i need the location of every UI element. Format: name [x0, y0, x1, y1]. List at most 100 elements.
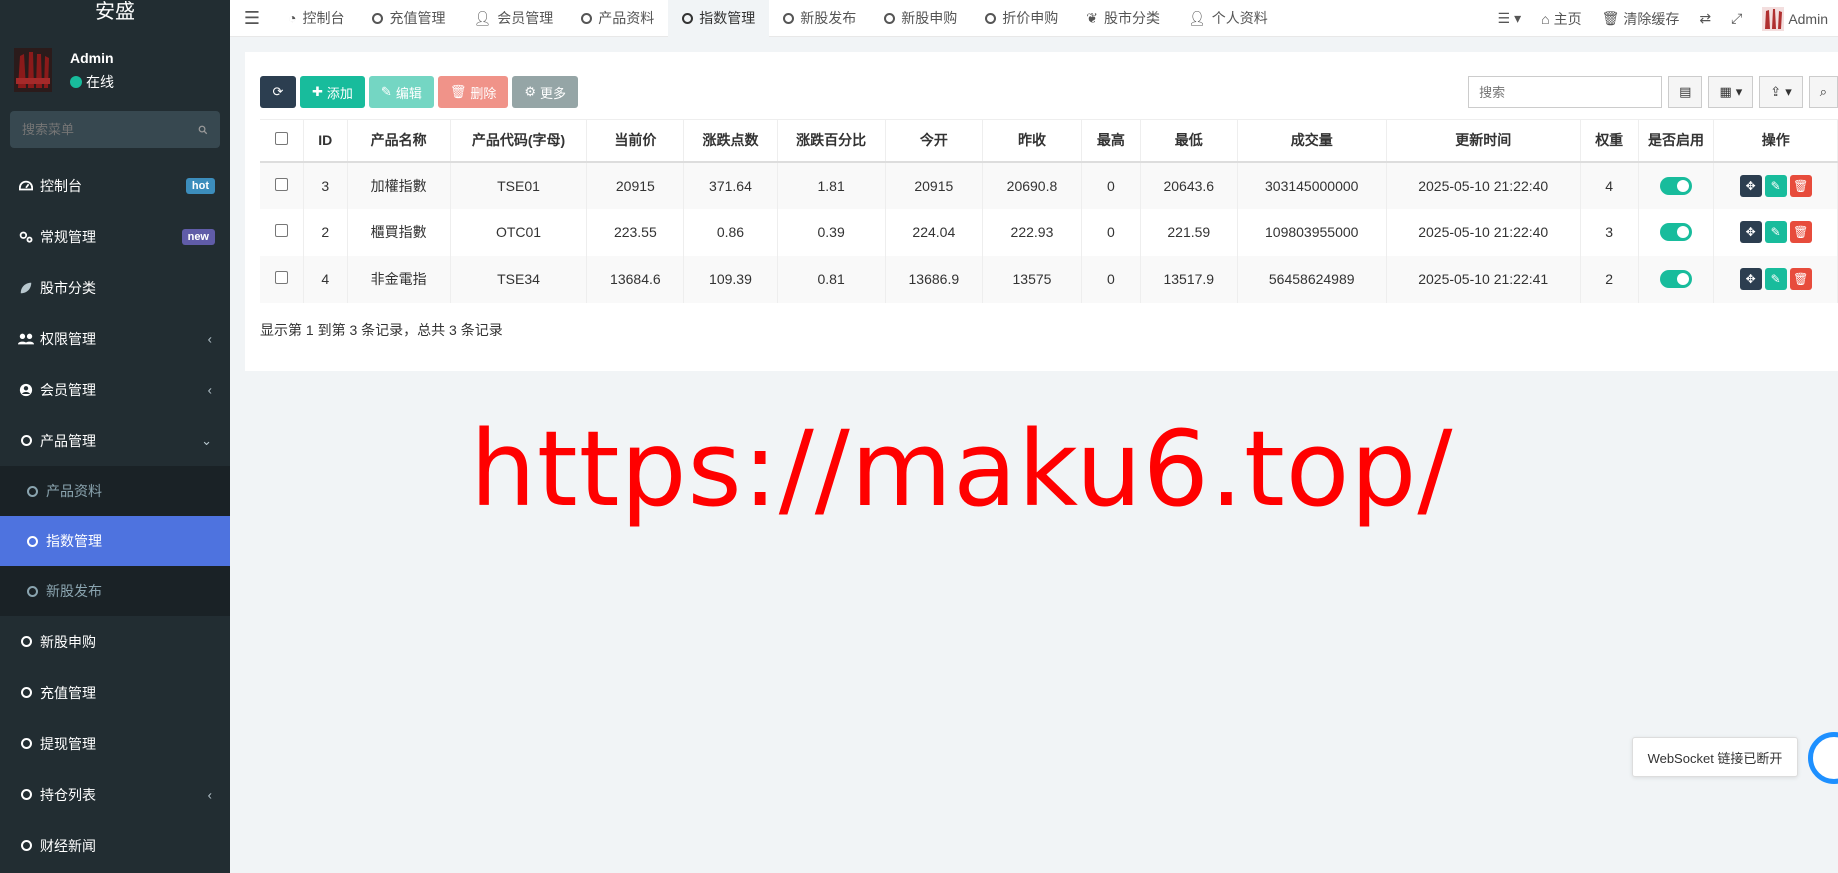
- language-toggle[interactable]: ⇄: [1689, 10, 1721, 27]
- refresh-button[interactable]: ⟳: [260, 76, 296, 108]
- sidebar-item-dashboard[interactable]: 控制台 hot: [0, 160, 230, 211]
- chat-bubble-icon[interactable]: [1808, 732, 1838, 784]
- row-edit-button[interactable]: ✎: [1764, 221, 1787, 243]
- columns-dropdown[interactable]: ▦ ▾: [1708, 76, 1754, 108]
- column-header[interactable]: 昨收: [982, 119, 1083, 163]
- sidebar-item-label: 财经新闻: [40, 837, 96, 854]
- edit-label: 编辑: [395, 85, 422, 101]
- row-edit-button[interactable]: ✎: [1764, 268, 1787, 290]
- sidebar-subitem-product-info[interactable]: 产品资料: [0, 466, 230, 516]
- sidebar-item-positions[interactable]: 持仓列表 ‹: [0, 769, 230, 820]
- home-link[interactable]: ⌂ 主页: [1531, 9, 1591, 29]
- pencil-icon: ✎: [380, 84, 392, 99]
- table-search-input[interactable]: [1468, 76, 1663, 108]
- enabled-toggle[interactable]: [1659, 176, 1692, 195]
- toolbar-right: ▤ ▦▾ ⇪▾ ⌕: [1468, 76, 1838, 108]
- tab-profile[interactable]: 👤︎ 个人资料: [1174, 0, 1282, 37]
- column-header[interactable]: 是否启用: [1638, 119, 1715, 163]
- row-checkbox[interactable]: [275, 177, 288, 191]
- column-header[interactable]: 涨跌百分比: [777, 119, 886, 163]
- trash-icon: 🗑︎: [1601, 10, 1620, 26]
- export-dropdown[interactable]: ⇪ ▾: [1759, 76, 1803, 108]
- cell-volume: 56458624989: [1237, 255, 1387, 303]
- tab-ipo-subscribe[interactable]: 新股申购: [870, 0, 971, 37]
- tab-discount-subscribe[interactable]: 折价申购: [971, 0, 1072, 37]
- sidebar-subitem-ipo-release[interactable]: 新股发布: [0, 566, 230, 616]
- sidebar-item-news[interactable]: 财经新闻: [0, 820, 230, 871]
- row-checkbox[interactable]: [275, 271, 288, 284]
- table-row[interactable]: 4 非金電指 TSE34 13684.6 109.39 0.81 13686.9…: [260, 255, 1838, 303]
- sidebar-item-stock-category[interactable]: 股市分类: [0, 262, 230, 313]
- column-header[interactable]: 今开: [885, 119, 983, 163]
- row-checkbox[interactable]: [275, 224, 288, 237]
- tab-label: 新股申购: [901, 10, 958, 26]
- more-button[interactable]: ⚙ 更多: [512, 76, 579, 108]
- column-header[interactable]: 涨跌点数: [683, 119, 778, 163]
- chevron-left-icon: ‹: [207, 382, 212, 397]
- tab-members[interactable]: 👤︎ 会员管理: [459, 0, 567, 37]
- enabled-toggle[interactable]: [1659, 270, 1692, 289]
- row-delete-button[interactable]: 🗑︎: [1789, 268, 1812, 290]
- row-edit-button[interactable]: ✎: [1764, 174, 1787, 197]
- user-name: Admin: [70, 50, 114, 66]
- circle-o-icon: [783, 12, 795, 24]
- column-header[interactable]: 产品名称: [347, 119, 451, 163]
- sidebar-item-members[interactable]: 会员管理 ‹: [0, 364, 230, 415]
- column-header[interactable]: 权重: [1580, 119, 1639, 163]
- sidebar-item-general[interactable]: 常规管理 new: [0, 211, 230, 262]
- column-header[interactable]: ID: [303, 119, 348, 163]
- cell-low: 221.59: [1140, 208, 1238, 256]
- sidebar-search-input[interactable]: [22, 122, 198, 137]
- edit-button[interactable]: ✎ 编辑: [368, 76, 434, 108]
- tab-recharge[interactable]: 充值管理: [358, 0, 459, 37]
- table-row[interactable]: 2 櫃買指數 OTC01 223.55 0.86 0.39 224.04 222…: [260, 208, 1838, 256]
- drag-sort-button[interactable]: ✥: [1739, 268, 1762, 290]
- column-header[interactable]: 产品代码(字母): [450, 119, 588, 163]
- sidebar-search: [10, 111, 220, 148]
- select-all-checkbox[interactable]: [275, 132, 288, 146]
- row-delete-button[interactable]: 🗑︎: [1789, 221, 1812, 243]
- fullscreen-button[interactable]: ⤢: [1721, 10, 1752, 27]
- sidebar-item-withdraw[interactable]: 提现管理: [0, 718, 230, 769]
- delete-button[interactable]: 🗑︎ 删除: [437, 76, 509, 108]
- tab-ipo-release[interactable]: 新股发布: [769, 0, 870, 37]
- tab-dashboard[interactable]: ◔ 控制台: [274, 0, 358, 37]
- add-button[interactable]: ✚ 添加: [300, 76, 365, 108]
- sidebar-item-label: 控制台: [40, 177, 82, 194]
- column-header[interactable]: 更新时间: [1386, 119, 1581, 163]
- tabs-list-dropdown[interactable]: ☰ ▾: [1488, 10, 1532, 27]
- column-header[interactable]: 最高: [1081, 119, 1141, 163]
- common-search-button[interactable]: ⌕: [1808, 76, 1838, 108]
- sidebar-subitem-index-management[interactable]: 指数管理: [0, 516, 230, 566]
- top-navbar: ☰ ◔ 控制台 充值管理 👤︎ 会员管理 产品资料 指数管理 新股发布 新股申购 折…: [230, 0, 1838, 37]
- circle-o-icon: [18, 736, 34, 752]
- app-logo[interactable]: 安盛: [0, 0, 230, 24]
- select-all-cell: [260, 119, 304, 163]
- tab-index-management[interactable]: 指数管理: [668, 0, 770, 37]
- tab-product-info[interactable]: 产品资料: [567, 0, 668, 37]
- drag-sort-button[interactable]: ✥: [1739, 174, 1762, 197]
- sidebar-item-recharge[interactable]: 充值管理: [0, 667, 230, 718]
- sidebar-item-products[interactable]: 产品管理 ⌄: [0, 415, 230, 466]
- table-header-row: ID 产品名称 产品代码(字母) 当前价 涨跌点数 涨跌百分比 今开 昨收 最高…: [260, 119, 1838, 163]
- menu-toggle-icon[interactable]: ☰: [230, 0, 274, 37]
- tab-stock-category[interactable]: ❦ 股市分类: [1072, 0, 1174, 37]
- column-header[interactable]: 最低: [1140, 119, 1238, 163]
- sidebar-item-ipo-subscribe[interactable]: 新股申购: [0, 616, 230, 667]
- plus-icon: ✚: [312, 84, 323, 99]
- toggle-view-button[interactable]: ▤: [1668, 76, 1703, 108]
- list-icon: ☰: [1497, 10, 1511, 26]
- clear-cache-label: 清除缓存: [1623, 10, 1680, 27]
- drag-sort-button[interactable]: ✥: [1739, 221, 1762, 243]
- column-header[interactable]: 当前价: [586, 119, 685, 163]
- cell-updated: 2025-05-10 21:22:41: [1386, 255, 1581, 303]
- clear-cache-button[interactable]: 🗑︎ 清除缓存: [1592, 9, 1690, 29]
- row-delete-button[interactable]: 🗑︎: [1789, 174, 1812, 197]
- sidebar-item-label: 产品管理: [40, 432, 96, 449]
- sidebar-item-permissions[interactable]: 权限管理 ‹: [0, 313, 230, 364]
- enabled-toggle[interactable]: [1659, 223, 1692, 242]
- table-row[interactable]: 3 加權指數 TSE01 20915 371.64 1.81 20915 206…: [260, 161, 1838, 209]
- column-header[interactable]: 成交量: [1237, 119, 1387, 163]
- search-icon[interactable]: [198, 123, 208, 137]
- admin-menu[interactable]: Admin: [1752, 6, 1838, 31]
